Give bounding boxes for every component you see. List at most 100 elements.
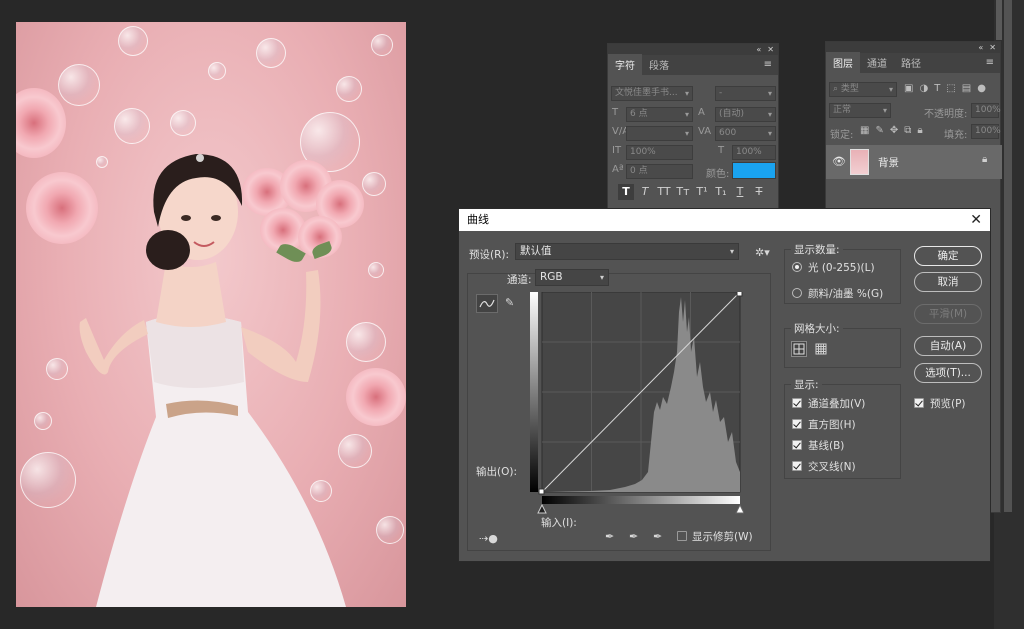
small-caps-button[interactable]: Tт bbox=[675, 184, 691, 200]
curve-black-point[interactable] bbox=[538, 488, 545, 495]
channel-overlays-checkbox[interactable] bbox=[792, 398, 802, 408]
detailed-grid-button[interactable] bbox=[813, 341, 829, 357]
text-color-swatch[interactable] bbox=[732, 162, 776, 179]
tracking-value: 600 bbox=[719, 128, 737, 138]
layer-thumbnail bbox=[850, 149, 869, 175]
grid-size-title: 网格大小: bbox=[791, 321, 843, 336]
intersection-line-checkbox[interactable] bbox=[792, 461, 802, 471]
tab-paths[interactable]: 路径 bbox=[894, 52, 928, 73]
white-eyedropper-icon[interactable]: ✒ bbox=[653, 531, 662, 543]
auto-button[interactable]: 自动(A) bbox=[914, 336, 982, 356]
subscript-button[interactable]: T₁ bbox=[713, 184, 729, 200]
lock-position-icon[interactable]: ✥ bbox=[890, 125, 898, 136]
pixel-filter-icon[interactable]: ▣ bbox=[904, 83, 913, 94]
preset-select[interactable]: 默认值 ▾ bbox=[515, 243, 739, 260]
layer-filter-select[interactable]: ⌕ 类型 ▾ bbox=[829, 82, 897, 97]
close-icon[interactable]: ✕ bbox=[989, 43, 996, 52]
curves-graph[interactable] bbox=[530, 292, 744, 517]
panel-menu-icon[interactable]: ≡ bbox=[764, 59, 772, 70]
show-amount-title: 显示数量: bbox=[791, 242, 843, 257]
vertical-scale-icon: IT bbox=[612, 145, 622, 156]
simple-grid-button[interactable] bbox=[791, 341, 807, 357]
input-label: 输入(I): bbox=[541, 517, 577, 529]
opacity-label: 不透明度: bbox=[924, 109, 968, 120]
preset-options-gear-icon[interactable]: ✲▾ bbox=[755, 247, 770, 259]
curve-edit-points-button[interactable] bbox=[476, 294, 498, 313]
tracking-field[interactable]: 600 ▾ bbox=[715, 126, 776, 141]
fill-field[interactable]: 100% bbox=[971, 124, 1001, 139]
baseline-checkbox[interactable] bbox=[792, 440, 802, 450]
collapse-icon[interactable]: « bbox=[756, 45, 761, 54]
leading-icon: A bbox=[698, 107, 705, 118]
font-size-icon: T bbox=[612, 107, 619, 118]
all-caps-button[interactable]: TT bbox=[656, 184, 672, 200]
curve-white-point[interactable] bbox=[736, 292, 743, 297]
ok-button[interactable]: 确定 bbox=[914, 246, 982, 266]
lock-label: 锁定: bbox=[830, 130, 854, 141]
lock-icons: ▦ ✎ ✥ ⧉ 🔒︎ bbox=[860, 125, 923, 136]
lock-image-icon[interactable]: ✎ bbox=[875, 125, 883, 136]
cancel-button[interactable]: 取消 bbox=[914, 272, 982, 292]
visibility-eye-icon[interactable]: 👁︎ bbox=[832, 155, 846, 168]
pigment-radio[interactable] bbox=[792, 288, 802, 298]
histogram-label: 直方图(H) bbox=[808, 419, 856, 431]
preview-label: 预览(P) bbox=[930, 398, 966, 410]
horizontal-scale-field[interactable]: 100% bbox=[732, 145, 776, 160]
font-style-select[interactable]: - ▾ bbox=[715, 86, 776, 101]
shape-filter-icon[interactable]: ⬚ bbox=[946, 83, 955, 94]
tab-character[interactable]: 字符 bbox=[608, 54, 642, 75]
layer-row-background[interactable]: 👁︎ 背景 🔒︎ bbox=[826, 145, 1002, 179]
font-family-select[interactable]: 文悦佳墨手书... ▾ bbox=[611, 86, 693, 101]
white-input-slider[interactable] bbox=[735, 503, 744, 514]
filter-toggle-icon[interactable]: ● bbox=[977, 83, 986, 94]
simple-grid-icon bbox=[793, 343, 805, 355]
vertical-scale-field[interactable]: 100% bbox=[626, 145, 693, 160]
light-radio[interactable] bbox=[792, 262, 802, 272]
canvas-image[interactable] bbox=[16, 22, 406, 607]
font-style-value: - bbox=[719, 88, 723, 98]
close-icon[interactable]: ✕ bbox=[767, 45, 774, 54]
font-size-field[interactable]: 6 点 ▾ bbox=[626, 107, 693, 122]
underline-button[interactable]: T bbox=[732, 184, 748, 200]
black-input-slider[interactable] bbox=[537, 503, 547, 514]
options-button[interactable]: 选项(T)... bbox=[914, 363, 982, 383]
horizontal-scale-icon: T bbox=[718, 145, 725, 156]
histogram-checkbox[interactable] bbox=[792, 419, 802, 429]
superscript-button[interactable]: T¹ bbox=[694, 184, 710, 200]
baseline-shift-field[interactable]: 0 点 bbox=[626, 164, 693, 179]
dialog-title: 曲线 bbox=[467, 213, 489, 226]
blend-mode-select[interactable]: 正常 ▾ bbox=[829, 103, 891, 118]
kerning-field[interactable]: ▾ bbox=[626, 126, 693, 141]
black-eyedropper-icon[interactable]: ✒ bbox=[605, 531, 614, 543]
leading-field[interactable]: (自动) ▾ bbox=[715, 107, 776, 122]
preview-checkbox[interactable] bbox=[914, 398, 924, 408]
channel-select[interactable]: RGB ▾ bbox=[535, 269, 609, 286]
tab-paragraph[interactable]: 段落 bbox=[642, 54, 676, 75]
vertical-scale-value: 100% bbox=[630, 147, 656, 157]
font-size-value: 6 点 bbox=[630, 109, 648, 119]
preset-value: 默认值 bbox=[520, 245, 552, 257]
lock-artboard-icon[interactable]: ⧉ bbox=[904, 125, 911, 136]
tab-layers[interactable]: 图层 bbox=[826, 52, 860, 73]
faux-bold-button[interactable]: T bbox=[618, 184, 634, 200]
dialog-titlebar[interactable]: 曲线 ✕ bbox=[459, 209, 990, 231]
collapse-icon[interactable]: « bbox=[978, 43, 983, 52]
tab-channels[interactable]: 通道 bbox=[860, 52, 894, 73]
faux-italic-button[interactable]: T bbox=[637, 184, 653, 200]
adjustment-filter-icon[interactable]: ◑ bbox=[919, 83, 928, 94]
channel-label: 通道: bbox=[507, 274, 532, 286]
lock-all-icon[interactable]: 🔒︎ bbox=[917, 125, 922, 136]
show-clipping-checkbox[interactable] bbox=[677, 531, 687, 541]
strikethrough-button[interactable]: T bbox=[751, 184, 767, 200]
lock-transparent-icon[interactable]: ▦ bbox=[860, 125, 869, 136]
panel-menu-icon[interactable]: ≡ bbox=[986, 57, 994, 68]
close-icon[interactable]: ✕ bbox=[970, 209, 982, 231]
smooth-button[interactable]: 平滑(M) bbox=[914, 304, 982, 324]
type-filter-icon[interactable]: T bbox=[934, 83, 940, 94]
on-image-adjust-icon[interactable]: ⇢● bbox=[479, 533, 498, 545]
leading-value: (自动) bbox=[719, 109, 745, 119]
smart-object-filter-icon[interactable]: ▤ bbox=[962, 83, 971, 94]
pencil-icon[interactable]: ✎ bbox=[505, 297, 514, 309]
gray-eyedropper-icon[interactable]: ✒ bbox=[629, 531, 638, 543]
opacity-field[interactable]: 100% bbox=[971, 103, 1001, 118]
